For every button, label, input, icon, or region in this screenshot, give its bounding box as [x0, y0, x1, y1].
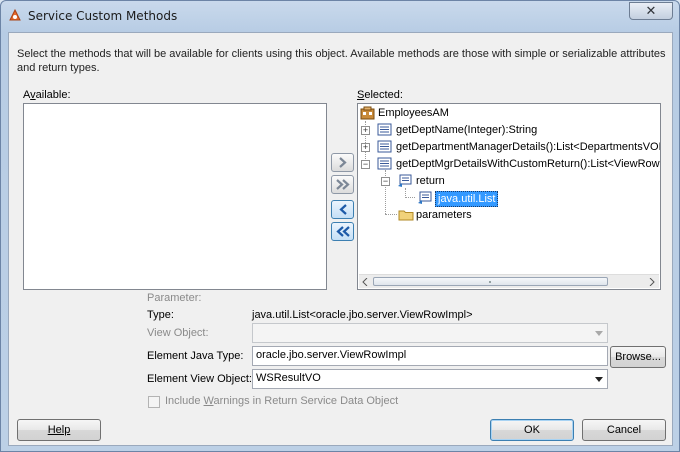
type-value: java.util.List<oracle.jbo.server.ViewRow… [252, 309, 473, 321]
chevron-down-icon [595, 377, 603, 382]
element-view-object-label: Element View Object: [147, 373, 252, 385]
tree-node-method[interactable]: − getDeptMgrDetailsWithCustomReturn():Li… [358, 156, 661, 173]
collapse-icon[interactable]: − [381, 177, 390, 186]
close-button[interactable]: ✕ [629, 2, 673, 20]
add-all-icon [335, 179, 350, 190]
element-java-type-field[interactable]: oracle.jbo.server.ViewRowImpl [252, 346, 608, 366]
grip-icon [489, 281, 491, 283]
return-type-label: java.util.List [435, 191, 499, 207]
available-list[interactable] [23, 103, 327, 290]
type-label: Type: [147, 309, 174, 321]
type-icon [418, 191, 432, 204]
description-text: Select the methods that will be availabl… [17, 48, 666, 74]
add-selected-button[interactable] [331, 153, 354, 172]
method-label: getDeptMgrDetailsWithCustomReturn():List… [396, 158, 661, 170]
app-icon [9, 9, 21, 21]
collapse-icon[interactable]: − [361, 160, 370, 169]
element-java-type-value: oracle.jbo.server.ViewRowImpl [256, 349, 407, 361]
ok-button[interactable]: OK [490, 419, 574, 441]
view-object-combo[interactable] [252, 323, 608, 343]
remove-all-button[interactable] [331, 222, 354, 241]
application-module-icon [360, 106, 375, 120]
method-label: getDepartmentManagerDetails():List<Depar… [396, 141, 661, 153]
element-java-type-label: Element Java Type: [147, 350, 244, 362]
return-label: return [416, 175, 445, 187]
method-icon [377, 157, 392, 170]
folder-icon [398, 210, 414, 221]
tree-node-parameters[interactable]: parameters [358, 207, 658, 224]
tree-node-method[interactable]: + getDeptName(Integer):String [358, 122, 658, 139]
tree-node-return-type[interactable]: java.util.List [358, 190, 658, 207]
scroll-left-icon[interactable] [362, 278, 368, 286]
tree-node-return[interactable]: − return [358, 173, 658, 190]
view-object-label: View Object: [147, 327, 209, 339]
include-warnings-checkbox[interactable] [148, 396, 160, 408]
element-view-object-value: WSResultVO [256, 372, 321, 384]
add-selected-icon [338, 157, 347, 168]
cancel-button[interactable]: Cancel [582, 419, 666, 441]
available-label: Available: [23, 89, 71, 101]
expand-icon[interactable]: + [361, 143, 370, 152]
scroll-thumb[interactable] [373, 277, 608, 286]
help-button[interactable]: Help [17, 419, 101, 441]
method-icon [377, 140, 392, 153]
element-view-object-combo[interactable]: WSResultVO [252, 369, 608, 389]
tree-node-method[interactable]: + getDepartmentManagerDetails():List<Dep… [358, 139, 661, 156]
add-all-button[interactable] [331, 175, 354, 194]
parameters-label: parameters [416, 209, 472, 221]
title-bar[interactable]: Service Custom Methods ✕ [1, 1, 679, 32]
method-label: getDeptName(Integer):String [396, 124, 538, 136]
remove-selected-icon [338, 204, 347, 215]
remove-all-icon [335, 226, 350, 237]
close-icon: ✕ [645, 3, 657, 18]
tree-horizontal-scrollbar[interactable] [359, 274, 659, 288]
return-icon [398, 174, 412, 187]
browse-button[interactable]: Browse... [610, 346, 666, 368]
tree-node-root[interactable]: EmployeesAM [358, 105, 658, 122]
remove-selected-button[interactable] [331, 200, 354, 219]
tree-root-label: EmployeesAM [378, 107, 449, 119]
dialog-body: Select the methods that will be availabl… [8, 32, 673, 446]
window-title: Service Custom Methods [28, 9, 178, 23]
dialog-window: Service Custom Methods ✕ Select the meth… [0, 0, 680, 452]
expand-icon[interactable]: + [361, 126, 370, 135]
chevron-down-icon [595, 331, 603, 336]
method-icon [377, 123, 392, 136]
parameter-label: Parameter: [147, 292, 202, 304]
scroll-right-icon[interactable] [649, 278, 655, 286]
selected-tree[interactable]: EmployeesAM + getDeptName(Integer):Strin… [357, 103, 661, 290]
selected-label: Selected: [357, 89, 403, 101]
include-warnings-label: Include Warnings in Return Service Data … [165, 395, 399, 407]
